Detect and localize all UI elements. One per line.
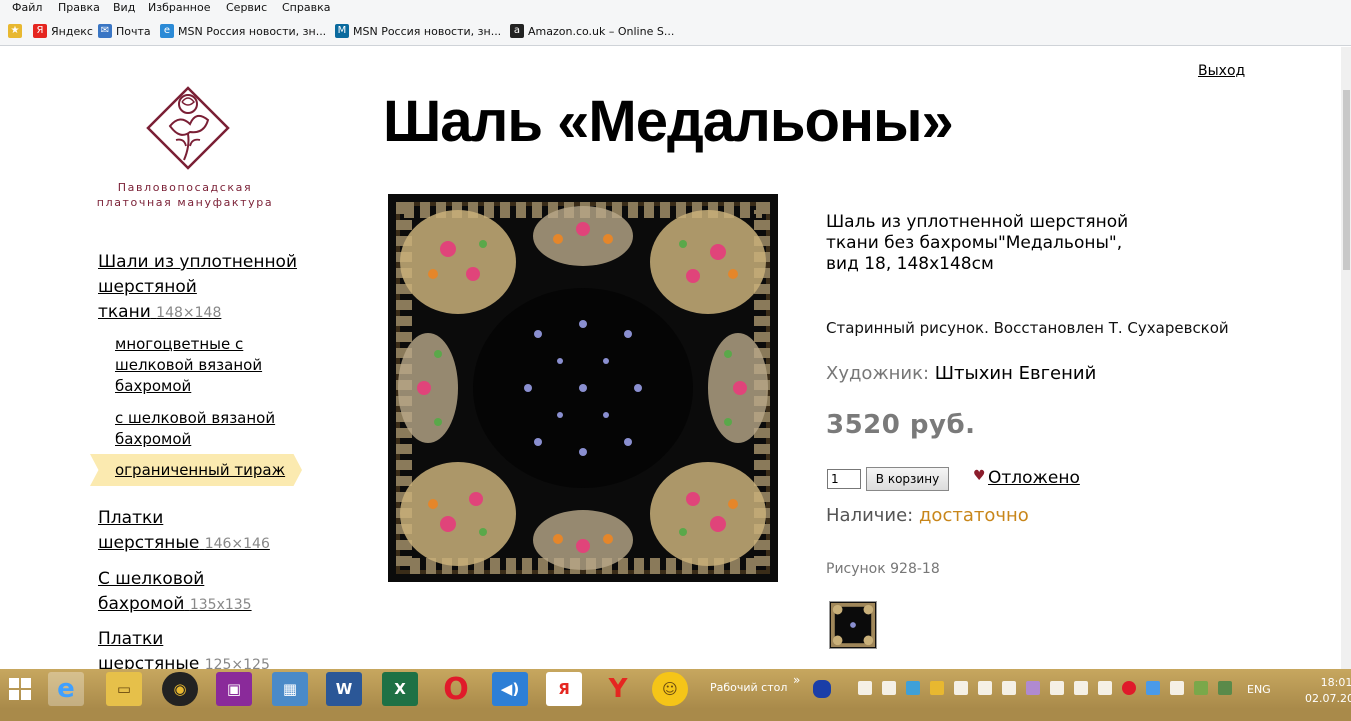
subnav-limited-edition[interactable]: ограниченный тираж: [115, 460, 285, 481]
stock-status: Наличие: достаточно: [826, 505, 1029, 526]
nav-item-wool-kerchiefs[interactable]: Платки шерстяные 146×146: [98, 506, 270, 557]
tray-app-icon[interactable]: [882, 681, 896, 695]
favorite-link-msn-2[interactable]: M MSN Россия новости, зн...: [335, 24, 501, 38]
desktop-toolbar-label[interactable]: Рабочий стол: [710, 681, 787, 694]
taskbar-calculator-icon[interactable]: ▦: [272, 672, 308, 706]
taskbar-excel-icon[interactable]: X: [382, 672, 418, 706]
taskbar-ie-icon[interactable]: e: [48, 672, 84, 706]
favorite-link-yandex[interactable]: Я Яндекс: [33, 24, 93, 38]
add-to-cart-button[interactable]: В корзину: [866, 467, 949, 491]
amazon-icon: a: [510, 24, 524, 38]
tray-network-icon[interactable]: [978, 681, 992, 695]
scrollbar-thumb[interactable]: [1343, 90, 1350, 270]
tray-browser-icon[interactable]: [930, 681, 944, 695]
bluetooth-icon[interactable]: [1002, 681, 1016, 695]
artist-label: Художник:: [826, 363, 930, 384]
nav-size-label: 125×125: [204, 657, 270, 669]
clock-time: 18:01: [1320, 676, 1351, 689]
tray-screen-icon[interactable]: [1026, 681, 1040, 695]
ie-icon: e: [160, 24, 174, 38]
nav-item-wool-kerchiefs-small[interactable]: Платки шерстяные 125×125: [98, 627, 270, 669]
system-clock[interactable]: 18:01 02.07.2015: [1305, 675, 1351, 707]
menu-edit[interactable]: Правка: [58, 1, 100, 14]
nav-item-silk-fringe[interactable]: С шелковой бахромой 135x135: [98, 567, 252, 618]
yandex-icon: Я: [33, 24, 47, 38]
favorite-link-msn-1[interactable]: e MSN Россия новости, зн...: [160, 24, 326, 38]
stock-label: Наличие:: [826, 505, 914, 526]
menu-view[interactable]: Вид: [113, 1, 135, 14]
nav-size-label: 148×148: [156, 305, 222, 321]
product-description: Шаль из уплотненной шерстяной ткани без …: [826, 212, 1129, 274]
tray-nvidia-icon[interactable]: [1218, 681, 1232, 695]
tray-cross-icon[interactable]: [906, 681, 920, 695]
browser-menu-bar: Файл Правка Вид Избранное Сервис Справка: [0, 0, 1351, 18]
tray-opera-icon[interactable]: [1122, 681, 1136, 695]
snowflake-icon[interactable]: [1146, 681, 1160, 695]
favorite-link-mail[interactable]: ✉ Почта: [98, 24, 151, 38]
product-origin: Старинный рисунок. Восстановлен Т. Сухар…: [826, 319, 1229, 337]
tray-windows-icon[interactable]: [858, 681, 872, 695]
taskbar-yandex-browser-icon[interactable]: Y: [600, 672, 636, 706]
menu-tools[interactable]: Сервис: [226, 1, 267, 14]
product-image[interactable]: [388, 194, 778, 582]
logo-text-line2: платочная мануфактура: [96, 196, 274, 209]
favorite-link-amazon[interactable]: a Amazon.co.uk – Online S...: [510, 24, 674, 38]
heart-icon[interactable]: ♥: [973, 468, 986, 484]
menu-help[interactable]: Справка: [282, 1, 330, 14]
tray-user-icon[interactable]: [954, 681, 968, 695]
logout-link[interactable]: Выход: [1198, 63, 1245, 79]
mail-icon: ✉: [98, 24, 112, 38]
menu-file[interactable]: Файл: [12, 1, 42, 14]
favorites-star-icon[interactable]: ★: [8, 24, 22, 38]
tray-leaf-icon[interactable]: [1194, 681, 1208, 695]
quantity-input[interactable]: [827, 469, 861, 489]
stock-value: достаточно: [918, 505, 1029, 526]
logo-text-line1: Павловопосадская: [117, 181, 253, 194]
chevron-right-icon[interactable]: »: [793, 673, 800, 687]
product-artist: Художник: Штыхин Евгений: [826, 363, 1096, 384]
favorites-bar: ★ Я Яндекс ✉ Почта e MSN Россия новости, зн…: [0, 18, 1351, 46]
windows-logo-icon: [9, 678, 31, 700]
subnav-silk-fringe[interactable]: с шелковой вязаной бахромой: [115, 408, 275, 450]
nav-size-label: 146×146: [204, 536, 270, 552]
taskbar-word-icon[interactable]: W: [326, 672, 362, 706]
taskbar-audio-icon[interactable]: ◀): [492, 672, 528, 706]
menu-favorites[interactable]: Избранное: [148, 1, 210, 14]
rose-logo-icon[interactable]: [146, 86, 230, 170]
product-price: 3520 руб.: [826, 410, 976, 440]
language-indicator[interactable]: ENG: [1247, 683, 1271, 696]
product-thumbnail[interactable]: [829, 601, 877, 649]
taskbar-opera-icon[interactable]: O: [438, 672, 474, 707]
nav-size-label: 135x135: [189, 597, 252, 613]
page-title: Шаль «Медальоны»: [383, 89, 954, 154]
volume-icon[interactable]: [1098, 681, 1112, 695]
taskbar-remote-icon[interactable]: ▣: [216, 672, 252, 706]
taskbar-bottom-strip: [0, 709, 1351, 721]
pattern-number: Рисунок 928-18: [826, 561, 940, 577]
battery-icon[interactable]: [1050, 681, 1064, 695]
tray-flag-icon[interactable]: [1170, 681, 1184, 695]
saved-link[interactable]: Отложено: [988, 468, 1080, 488]
nav-item-wool-shawls[interactable]: Шали из уплотненной шерстяной ткани 148×…: [98, 250, 297, 326]
clock-date: 02.07.2015: [1305, 692, 1351, 705]
taskbar-explorer-icon[interactable]: ▭: [106, 672, 142, 706]
taskbar-media-icon[interactable]: ◉: [162, 672, 198, 706]
taskbar-yandex-icon[interactable]: Я: [546, 672, 582, 706]
artist-name: Штыхин Евгений: [934, 363, 1097, 384]
start-button[interactable]: [2, 672, 38, 706]
msn-icon: M: [335, 24, 349, 38]
subnav-multicolor-fringe[interactable]: многоцветные с шелковой вязаной бахромой: [115, 334, 262, 397]
help-icon[interactable]: [813, 680, 831, 698]
taskbar-chat-icon[interactable]: ☺: [652, 672, 688, 706]
signal-icon[interactable]: [1074, 681, 1088, 695]
